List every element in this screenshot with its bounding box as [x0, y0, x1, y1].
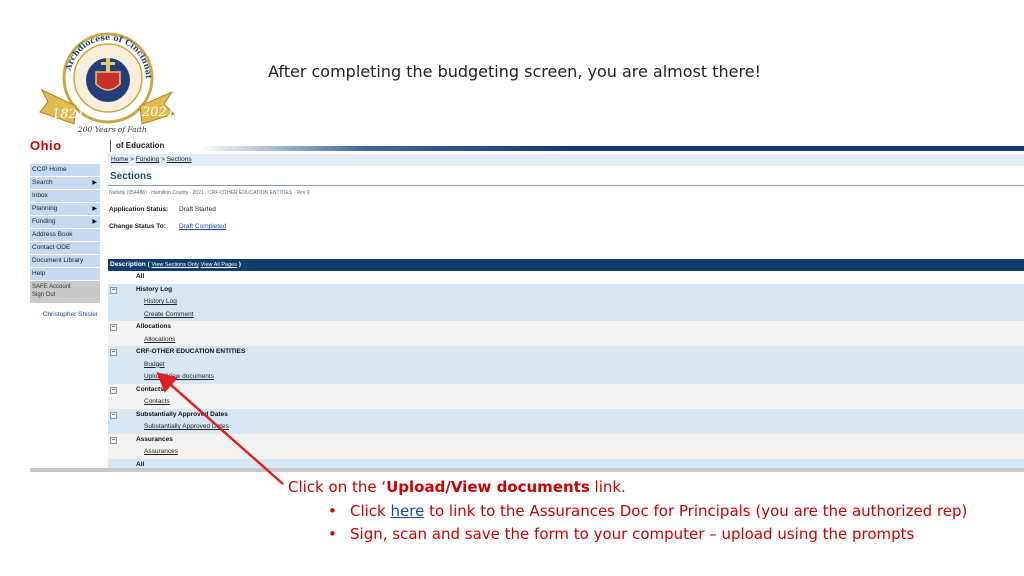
main-content: Home > Funding > Sections Sections Nativ… [108, 154, 1024, 471]
instruction-line: Click on the ‘Upload/View documents link… [288, 478, 626, 496]
section-page-link[interactable]: Assurances [144, 448, 178, 455]
section-page-row[interactable]: Allocations [108, 333, 1024, 346]
nav-item-document-library[interactable]: Document Library [30, 255, 100, 268]
section-page-link[interactable]: History Log [144, 298, 177, 305]
view-sections-only-link[interactable]: View Sections Only [152, 262, 199, 268]
section-page-link[interactable]: Contacts [144, 398, 170, 405]
collapse-icon[interactable]: – [110, 324, 117, 331]
collapse-icon[interactable]: – [110, 436, 117, 444]
header-stripe [198, 146, 1024, 151]
sections-table: Description ( View Sections Only View Al… [108, 259, 1024, 471]
status-value: Draft Started [179, 206, 216, 213]
chevron-right-icon: ▶ [92, 219, 97, 225]
nav-item-planning[interactable]: Planning ▶ [30, 203, 100, 216]
nav-item-search[interactable]: Search ▶ [30, 177, 100, 190]
change-status: Change Status To: Draft Completed [109, 223, 227, 230]
section-header-row: – Allocations [108, 321, 1024, 334]
slide-headline: After completing the budgeting screen, y… [268, 62, 761, 81]
section-header-row: – Substantially Approved Dates [108, 408, 1024, 421]
application-info: Nativity (054486) · Hamilton County · 20… [109, 190, 310, 196]
bullet-assurances: Click here to link to the Assurances Doc… [328, 500, 968, 523]
nav-item-ccip-home[interactable]: CCIP Home [30, 164, 100, 177]
logo-year-left: 1821 [52, 107, 85, 122]
collapse-icon[interactable]: – [110, 386, 117, 394]
section-page-row[interactable]: Upload/View documents [108, 371, 1024, 384]
section-page-row[interactable]: Contacts [108, 396, 1024, 409]
upload-view-emphasis: Upload/View documents [386, 478, 590, 496]
collapse-icon[interactable]: – [110, 349, 117, 356]
section-label: All [136, 273, 145, 280]
chevron-right-icon: ▶ [92, 206, 97, 212]
screenshot-border [30, 468, 1024, 472]
breadcrumb-sections[interactable]: Sections [167, 156, 192, 163]
sign-out-link[interactable]: Sign Out [32, 291, 100, 299]
account-box[interactable]: SAFE Account Sign Out [30, 281, 100, 303]
nav-item-funding[interactable]: Funding ▶ [30, 216, 100, 229]
section-page-row[interactable]: History Log [108, 296, 1024, 309]
section-page-link[interactable]: Substantially Approved Dates [144, 423, 229, 430]
section-page-link[interactable]: Upload/View documents [144, 373, 214, 380]
section-label: Contacts [136, 385, 164, 393]
section-label: Assurances [136, 435, 173, 443]
here-link[interactable]: here [391, 502, 425, 520]
logo-bottom-text: 200 Years of Faith [77, 125, 147, 134]
section-label: Substantially Approved Dates [136, 410, 228, 418]
breadcrumb-home[interactable]: Home [111, 156, 128, 163]
section-header-row: – CRF-OTHER EDUCATION ENTITIES [108, 346, 1024, 359]
section-page-row[interactable]: Assurances [108, 446, 1024, 459]
bullet-sign-scan: Sign, scan and save the form to your com… [328, 523, 968, 546]
draft-completed-link[interactable]: Draft Completed [179, 223, 226, 230]
collapse-icon[interactable]: – [110, 286, 117, 294]
user-name: Christopher Shisler [42, 311, 98, 318]
left-nav: CCIP Home Search ▶ Inbox Planning ▶ Fundin… [30, 164, 100, 318]
page-title: Sections [110, 171, 152, 182]
breadcrumb: Home > Funding > Sections [108, 154, 1024, 166]
section-label: CRF-OTHER EDUCATION ENTITIES [136, 348, 246, 355]
nav-item-contact-ode[interactable]: Contact ODE [30, 242, 100, 255]
section-header-row: – Contacts [108, 383, 1024, 396]
section-header-row: – Assurances [108, 433, 1024, 446]
brand-separator [110, 140, 111, 152]
section-label: History Log [136, 285, 173, 293]
section-page-row[interactable]: Budget [108, 358, 1024, 371]
application-status: Application Status: Draft Started [109, 206, 216, 213]
section-label: Allocations [136, 323, 172, 330]
collapse-icon[interactable]: – [110, 411, 117, 419]
title-rule [108, 185, 1024, 186]
section-header-row: – History Log [108, 283, 1024, 296]
ccip-screenshot: Ohio of Education CCIP Home Search ▶ Inbo… [30, 138, 1024, 472]
nav-item-inbox[interactable]: Inbox [30, 190, 100, 203]
safe-account-link[interactable]: SAFE Account [32, 283, 100, 291]
instruction-bullets: Click here to link to the Assurances Doc… [328, 500, 968, 546]
all-row: All [108, 271, 1024, 284]
section-page-link[interactable]: Allocations [144, 336, 175, 343]
ohio-brand: Ohio [30, 138, 62, 153]
table-header: Description ( View Sections Only View Al… [108, 259, 1024, 271]
section-label: All [136, 460, 145, 468]
chevron-right-icon: ▶ [92, 180, 97, 186]
logo-year-right: 2021 [141, 105, 175, 120]
section-page-link[interactable]: Budget [144, 361, 165, 368]
section-page-row[interactable]: Create Comment [108, 308, 1024, 321]
dept-label: of Education [116, 141, 165, 150]
breadcrumb-funding[interactable]: Funding [136, 156, 160, 163]
section-page-row[interactable]: Substantially Approved Dates [108, 421, 1024, 434]
view-all-pages-link[interactable]: View All Pages [201, 262, 237, 268]
nav-item-help[interactable]: Help [30, 268, 100, 281]
archdiocese-logo: Archdiocese of Cincinnati 1821 2021 200 … [36, 28, 175, 134]
nav-item-address-book[interactable]: Address Book [30, 229, 100, 242]
section-page-link[interactable]: Create Comment [144, 311, 194, 318]
